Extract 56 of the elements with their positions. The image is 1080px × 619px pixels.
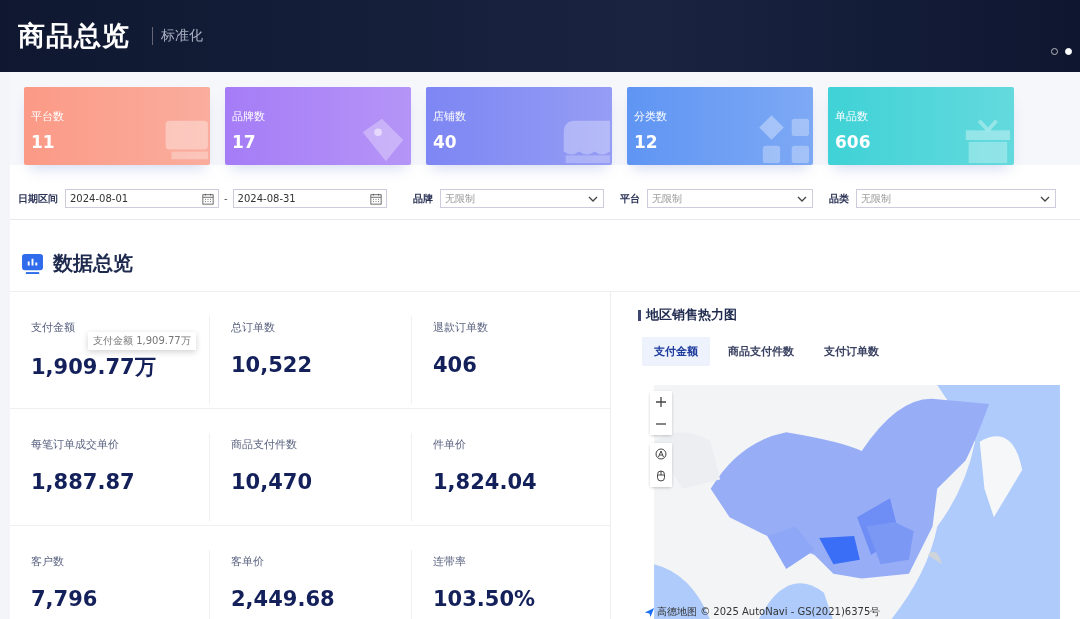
- metric-label: 总订单数: [231, 320, 275, 335]
- plus-icon: [655, 396, 667, 408]
- metric-label: 商品支付件数: [231, 437, 297, 452]
- calendar-icon: [369, 192, 382, 205]
- metric-label: 客户数: [31, 554, 64, 569]
- compass-button[interactable]: [650, 443, 672, 465]
- metric-label: 连带率: [433, 554, 466, 569]
- metric-value: 10,522: [231, 353, 313, 377]
- card-value: 606: [835, 132, 872, 152]
- calendar-icon: [202, 192, 214, 205]
- panel-title: 地区销售热力图: [646, 306, 737, 324]
- metric-label: 客单价: [231, 554, 264, 569]
- metric-value: 406: [433, 353, 477, 377]
- card-label: 分类数: [634, 109, 668, 124]
- page-subtitle: 标准化: [152, 27, 203, 45]
- metric-label: 每笔订单成交单价: [31, 437, 119, 452]
- section-title: 数据总览: [53, 250, 133, 277]
- metric-value: 2,449.68: [231, 587, 335, 611]
- zoom-out-button[interactable]: [650, 413, 672, 435]
- card-value: 11: [31, 132, 56, 152]
- filter-label: 品类: [828, 191, 849, 206]
- date-field[interactable]: 2024-08-31: [232, 189, 387, 208]
- filter-label: 品牌: [412, 191, 433, 206]
- page-title: 商品总览: [18, 19, 130, 53]
- date-separator: -: [224, 193, 228, 204]
- card-value: 17: [232, 132, 257, 152]
- metric-value: 1,887.87: [31, 470, 135, 494]
- card-label: 店铺数: [433, 109, 467, 124]
- zoom-in-button[interactable]: [650, 391, 672, 413]
- tab[interactable]: 支付金额: [642, 337, 710, 366]
- compass-icon: [655, 448, 667, 460]
- tooltip: 支付金额 1,909.77万: [88, 332, 196, 350]
- metric-value: 1,824.04: [433, 470, 537, 494]
- card-label: 单品数: [835, 109, 869, 124]
- metric-label: 件单价: [433, 437, 466, 452]
- card-value: 12: [634, 132, 659, 152]
- metric-label: 支付金额: [31, 320, 75, 335]
- mouse-button[interactable]: [650, 465, 672, 487]
- metric-value: 7,796: [31, 587, 98, 611]
- arrow-icon: [644, 606, 655, 618]
- filter-label: 日期区间: [18, 191, 58, 206]
- title-bar: [638, 309, 641, 321]
- chart-icon: [22, 253, 43, 274]
- date-field[interactable]: 2024-08-01: [65, 189, 219, 208]
- card-label: 品牌数: [232, 109, 266, 124]
- metric-value: 1,909.77万: [31, 354, 156, 381]
- metric-label: 退款订单数: [433, 320, 488, 335]
- card-label: 平台数: [31, 109, 65, 124]
- filter-label: 平台: [619, 191, 640, 206]
- map-attribution: 高德地图 © 2025 AutoNavi - GS(2021)6375号: [657, 605, 881, 619]
- card-value: 40: [433, 132, 458, 152]
- tab[interactable]: 商品支付件数: [716, 337, 806, 366]
- tab[interactable]: 支付订单数: [812, 337, 891, 366]
- metric-value: 10,470: [231, 470, 313, 494]
- metric-value: 103.50%: [433, 587, 536, 611]
- mouse-icon: [655, 470, 667, 482]
